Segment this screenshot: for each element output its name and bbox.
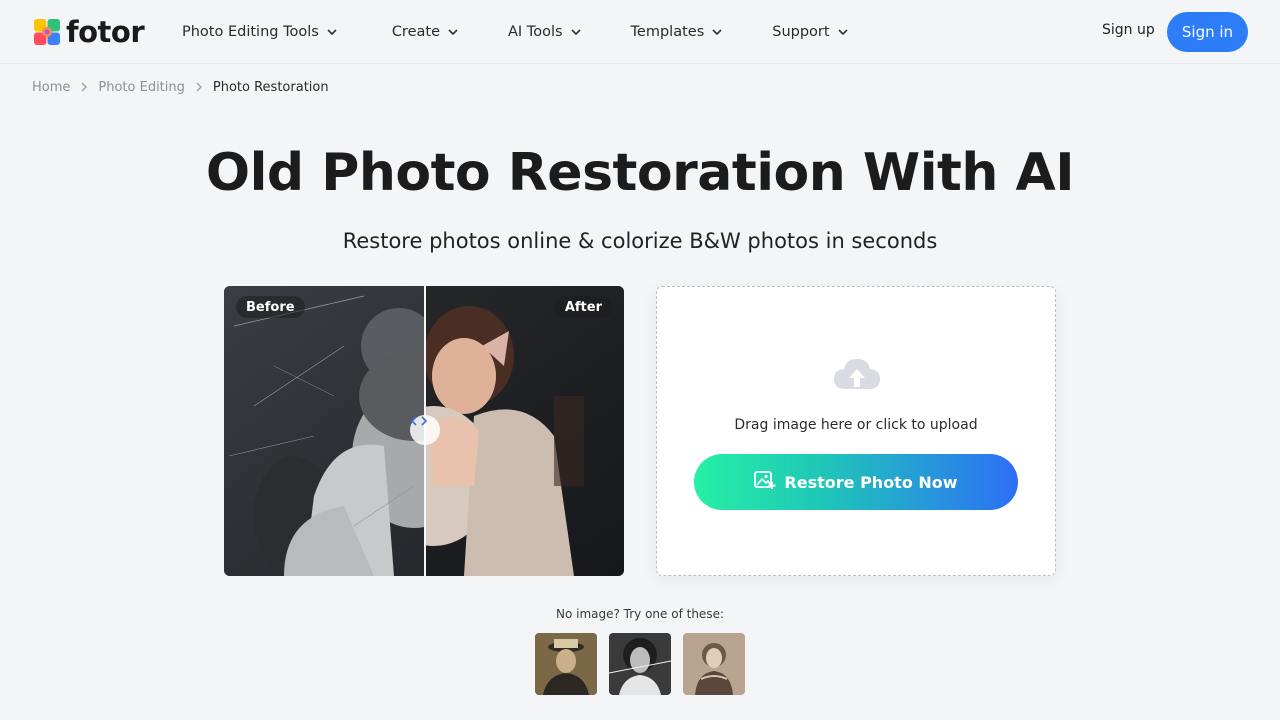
nav-photo-editing-tools[interactable]: Photo Editing Tools [182,0,338,64]
nav-create[interactable]: Create [392,0,459,64]
chevron-down-icon [570,26,582,38]
restore-button-label: Restore Photo Now [784,472,958,492]
chevron-down-icon [326,26,338,38]
nav-label: Create [391,24,440,40]
upload-dropzone[interactable]: Drag image here or click to upload Resto… [656,286,1056,576]
breadcrumb-current: Photo Restoration [212,79,329,95]
add-image-icon [754,470,776,494]
sign-up-link[interactable]: Sign up [1102,22,1155,38]
nav-label: Support [772,24,830,40]
fotor-logo-icon [34,19,60,45]
fotor-logo[interactable]: fotor [34,15,145,49]
sample-image-man-hat[interactable] [535,633,597,695]
chevron-down-icon [837,26,849,38]
drag-upload-hint: Drag image here or click to upload [734,417,978,433]
restore-photo-button[interactable]: Restore Photo Now [694,454,1018,510]
sign-in-button[interactable]: Sign in [1167,12,1248,52]
nav-label: AI Tools [508,24,563,40]
chevron-down-icon [447,26,459,38]
main-nav: Photo Editing Tools Create AI Tools Temp… [182,0,849,64]
top-header: fotor Photo Editing Tools Create AI Tool… [0,0,1280,64]
nav-ai-tools[interactable]: AI Tools [508,0,582,64]
before-label: Before [236,296,305,318]
upload-cloud-icon [832,355,882,395]
sample-image-child-vintage[interactable] [683,633,745,695]
before-after-comparison[interactable]: Before After [224,286,624,576]
after-label: After [554,296,612,318]
brand-name: fotor [66,15,145,49]
sample-image-woman-portrait[interactable] [609,633,671,695]
slider-handle[interactable] [410,415,440,445]
chevron-right-icon [80,82,88,92]
breadcrumb-home[interactable]: Home [32,80,70,95]
chevron-down-icon [711,26,723,38]
page-subtitle: Restore photos online & colorize B&W pho… [342,229,938,253]
nav-templates[interactable]: Templates [631,0,724,64]
breadcrumb-photo-editing[interactable]: Photo Editing [98,80,185,95]
breadcrumb: Home Photo Editing Photo Restoration [32,78,329,96]
nav-label: Templates [630,24,705,40]
nav-support[interactable]: Support [772,0,848,64]
samples-label: No image? Try one of these: [555,607,724,621]
chevron-right-icon [195,82,203,92]
nav-label: Photo Editing Tools [182,24,319,40]
page-title: Old Photo Restoration With AI [205,143,1075,203]
